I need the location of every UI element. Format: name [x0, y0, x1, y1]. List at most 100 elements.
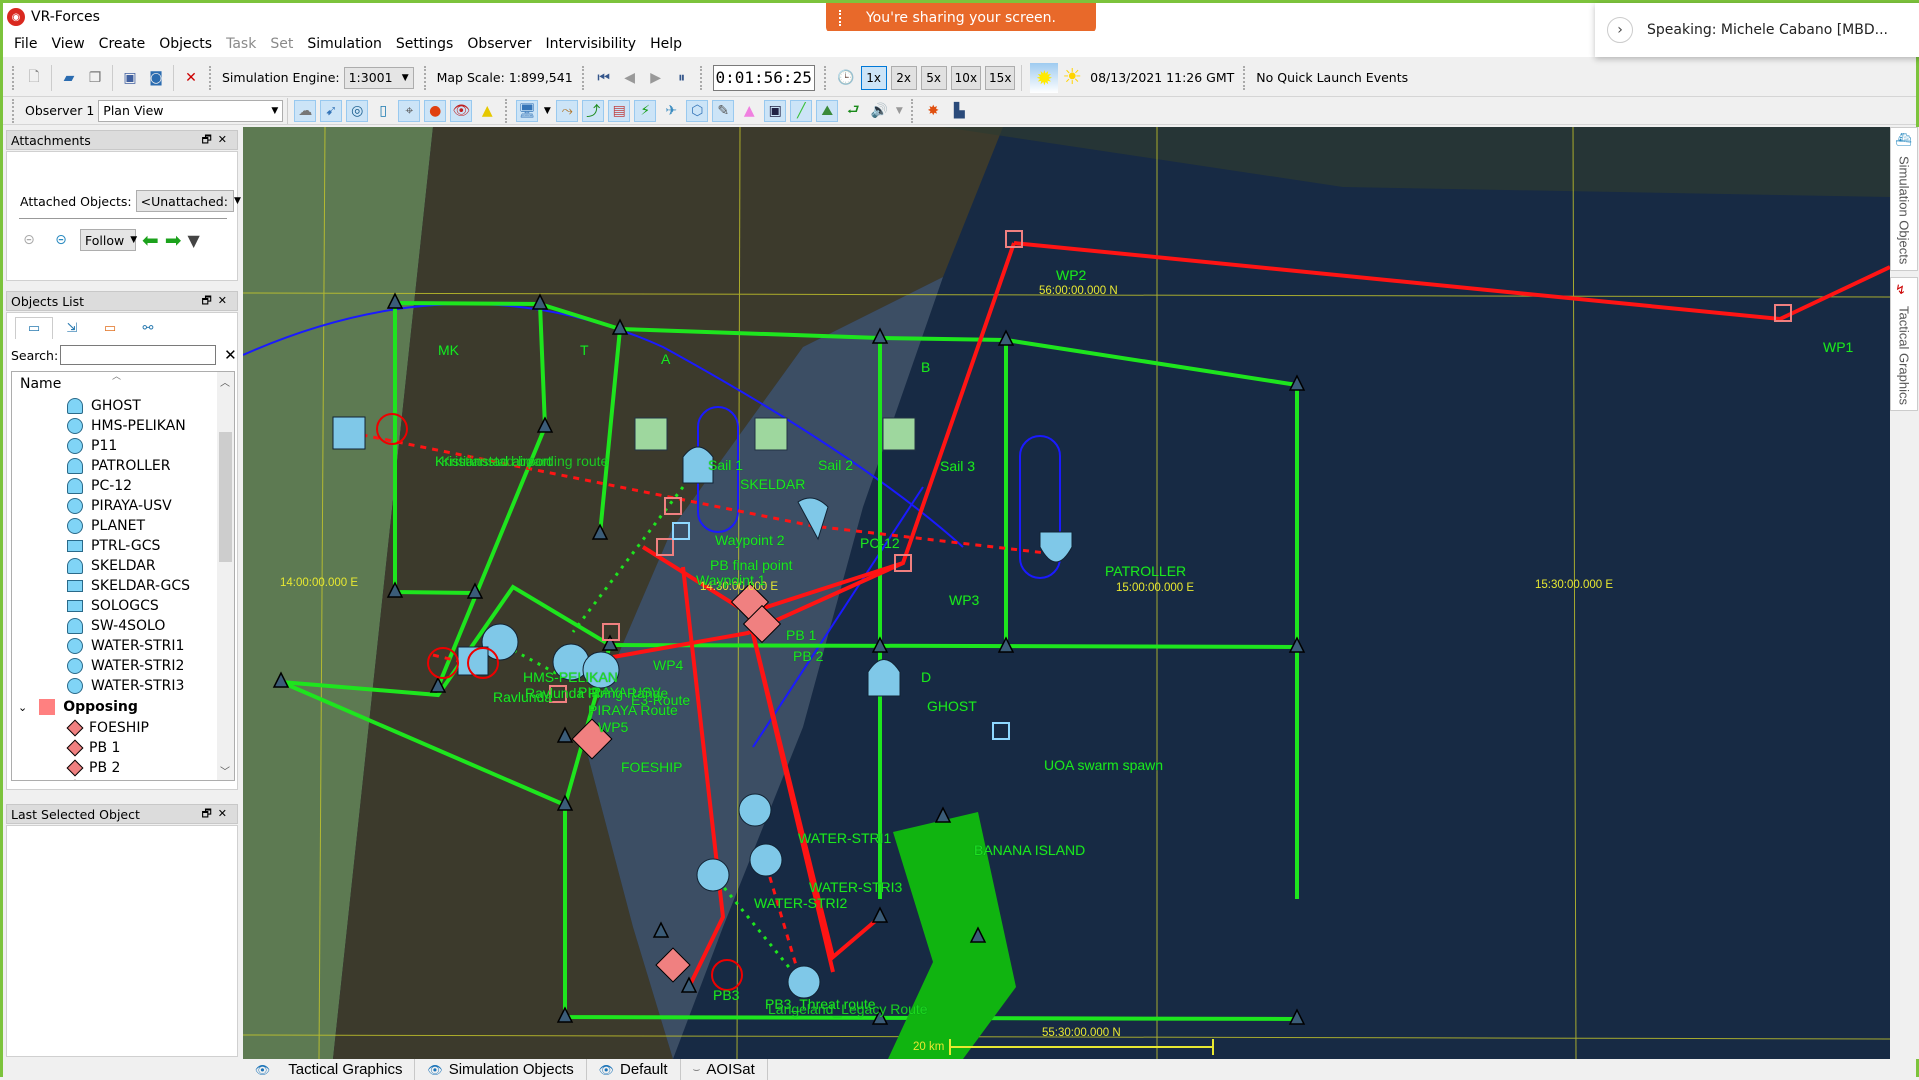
map-label[interactable]: UOA swarm spawn — [1044, 757, 1163, 773]
map-label[interactable]: Sail 2 — [818, 457, 853, 473]
follow-mode-select[interactable]: Follow ▼ — [80, 229, 137, 251]
uoa-spawn-marker[interactable] — [992, 722, 1010, 740]
map-label[interactable]: WP2 — [1056, 267, 1086, 283]
menu-set[interactable]: Set — [263, 36, 300, 52]
eye-icon[interactable]: 👁 — [255, 1063, 270, 1077]
eye-graph-icon[interactable]: 👁 — [450, 99, 473, 122]
pink-pyramid-icon[interactable]: ▲ — [738, 100, 760, 122]
list-item[interactable]: SKELDAR-GCS — [12, 576, 234, 596]
return-icon[interactable]: ⮐ — [842, 100, 864, 122]
waypoint-triangle[interactable] — [934, 806, 952, 823]
map-label[interactable]: T — [580, 342, 589, 358]
scroll-down-icon[interactable]: ﹀ — [220, 763, 230, 778]
step-back-icon[interactable]: ◀ — [619, 67, 641, 89]
map-label[interactable]: Sail 3 — [940, 458, 975, 474]
map-label[interactable]: WATER-STRI1 — [798, 830, 891, 846]
list-item[interactable]: PTRL-GCS — [12, 536, 234, 556]
name-column-header[interactable]: ︿ Name — [12, 372, 234, 396]
menu-intervisibility[interactable]: Intervisibility — [539, 36, 644, 52]
unit-water-stri1-symbol[interactable] — [738, 793, 772, 827]
play-icon[interactable]: ▶ — [645, 67, 667, 89]
list-item[interactable]: PB 3 — [12, 778, 234, 780]
map-label[interactable]: PB3 — [713, 987, 739, 1003]
close-red-x-icon[interactable]: ✕ — [180, 67, 202, 89]
waypoint-icon[interactable]: ⤴ — [582, 99, 605, 122]
triangle-down-icon[interactable]: ▼ — [188, 231, 200, 250]
toolbar-grip[interactable] — [209, 65, 213, 90]
map-view[interactable]: 56:00:00.000 N 14:00:00.000 E 14:30:00.0… — [243, 127, 1890, 1059]
list-item[interactable]: SW-4SOLO — [12, 616, 234, 636]
close-icon[interactable]: ✕ — [218, 294, 233, 307]
speed-5x-button[interactable]: 5x — [920, 65, 947, 90]
tab-simulation-objects[interactable]: ⛴ Simulation Objects — [1890, 127, 1918, 271]
monitor-icon[interactable]: 🖥 — [516, 99, 539, 122]
map-label[interactable]: WP5 — [598, 719, 628, 735]
menu-simulation[interactable]: Simulation — [300, 36, 389, 52]
toolbar-grip[interactable] — [581, 65, 586, 90]
unit-patroller-symbol[interactable] — [1039, 531, 1073, 563]
heatmap-icon[interactable]: ● — [424, 99, 447, 122]
map-label[interactable]: MK — [438, 342, 459, 358]
unit-sail1-symbol[interactable] — [634, 417, 668, 451]
unit-pb3-target-symbol[interactable] — [787, 965, 821, 999]
camera-icon[interactable]: ◙ — [145, 67, 167, 89]
vehicle-icon[interactable]: ▣ — [764, 99, 787, 122]
compass-icon[interactable]: ◎ — [346, 99, 369, 122]
eye-closed-icon[interactable]: ⌣ — [693, 1062, 701, 1077]
menu-settings[interactable]: Settings — [389, 36, 460, 52]
arrow-right-icon[interactable]: ➡ — [165, 228, 182, 252]
list-item[interactable]: FOESHIP — [12, 718, 234, 738]
tab-tactical-graphics[interactable]: ↯ Tactical Graphics — [1890, 277, 1918, 411]
speaker-icon[interactable]: 🔊 — [868, 100, 890, 122]
quick-launch-status[interactable]: No Quick Launch Events — [1256, 70, 1408, 85]
map-label[interactable]: PB 2 — [793, 648, 823, 664]
toolbar-grip[interactable] — [12, 65, 16, 90]
line-icon[interactable]: ⚡ — [634, 99, 657, 122]
tab-hierarchy-icon[interactable]: ⇲ — [53, 317, 91, 339]
unit-sail2-symbol[interactable] — [754, 417, 788, 451]
toolbar-grip[interactable] — [911, 98, 915, 123]
list-item[interactable]: SOLOGCS — [12, 596, 234, 616]
map-label[interactable]: WP3 — [949, 592, 979, 608]
open-folder-icon[interactable]: ▰ — [58, 67, 80, 89]
chevron-down-icon[interactable]: ▼ — [894, 100, 904, 122]
eye-icon[interactable]: 👁 — [599, 1063, 614, 1077]
map-label[interactable]: WP1 — [1823, 339, 1853, 355]
map-label[interactable]: Ravlunda Firing Range — [525, 685, 668, 701]
helicopter-icon[interactable]: ✈ — [660, 100, 682, 122]
menu-file[interactable]: File — [7, 36, 44, 52]
group-opposing[interactable]: ⌄ Opposing — [12, 696, 234, 718]
toolbar-grip[interactable] — [699, 65, 704, 90]
speed-10x-button[interactable]: 10x — [950, 65, 982, 90]
float-icon[interactable]: 🗗 — [201, 807, 217, 820]
list-item[interactable]: PC-12 — [12, 476, 234, 496]
tree-scrollbar[interactable]: ︿ ﹀ — [217, 372, 234, 780]
eye-icon[interactable]: 👁 — [427, 1063, 442, 1077]
speaking-indicator[interactable]: › Speaking: Michele Cabano [MBD... — [1595, 3, 1919, 57]
cube-icon[interactable]: ⬡ — [686, 99, 709, 122]
close-icon[interactable]: ✕ — [218, 807, 233, 820]
list-item[interactable]: GHOST — [12, 396, 234, 416]
chevron-down-icon[interactable]: ⌄ — [18, 701, 27, 714]
list-item[interactable]: WATER-STRI3 — [12, 676, 234, 696]
copy-icon[interactable]: ❐ — [84, 67, 106, 89]
map-label[interactable]: Waypoint 2 — [715, 532, 785, 548]
map-label[interactable]: PB final point — [710, 557, 793, 573]
speed-15x-button[interactable]: 15x — [985, 65, 1016, 90]
terrain-icon[interactable]: ⛰ — [816, 99, 839, 122]
time-scale-icon[interactable]: 🕒 — [835, 67, 857, 89]
list-item[interactable]: PATROLLER — [12, 456, 234, 476]
pyramid-icon[interactable]: ▲ — [476, 100, 498, 122]
sim-engine-select[interactable]: 1:3001 ▼ — [343, 66, 414, 89]
map-label[interactable]: WP4 — [653, 657, 683, 673]
map-label[interactable]: B — [921, 359, 930, 375]
menu-create[interactable]: Create — [92, 36, 153, 52]
drag-grip-icon[interactable] — [839, 10, 843, 26]
chevron-down-icon[interactable]: ▼ — [542, 100, 552, 122]
explosion-icon[interactable]: ✸ — [922, 100, 944, 122]
list-item[interactable]: WATER-STRI2 — [12, 656, 234, 676]
scroll-up-icon[interactable]: ︿ — [220, 374, 230, 389]
tab-folder-icon[interactable]: ▭ — [91, 317, 129, 339]
scrollbar-thumb[interactable] — [219, 432, 232, 562]
unit-sail3-symbol[interactable] — [882, 417, 916, 451]
